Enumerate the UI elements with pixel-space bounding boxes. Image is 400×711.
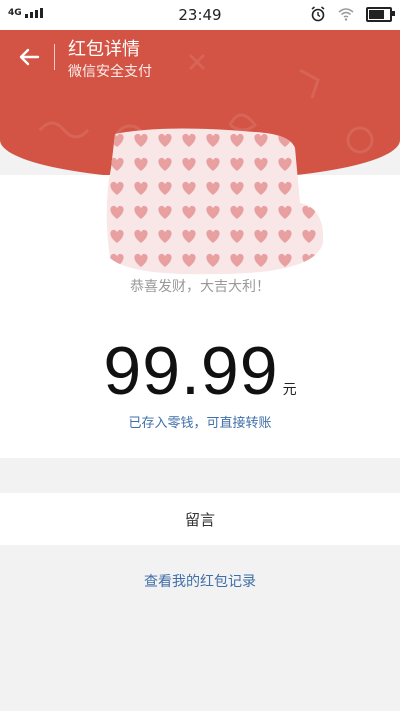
amount-display: 99.99 元 (0, 332, 400, 410)
header-divider (54, 44, 55, 70)
message-label: 留言 (184, 510, 215, 529)
back-arrow-icon[interactable] (14, 42, 44, 72)
saved-to-balance-link[interactable]: 已存入零钱，可直接转账 (0, 412, 400, 431)
greeting-text: 恭喜发财，大吉大利！ (130, 279, 270, 295)
page-subtitle: 微信安全支付 (68, 64, 152, 80)
alarm-icon (311, 6, 325, 22)
page-title: 红包详情 (68, 39, 140, 60)
view-history-link[interactable]: 查看我的红包记录 (0, 571, 400, 591)
battery-icon (366, 6, 395, 22)
sender-avatar (106, 128, 324, 275)
amount-unit: 元 (282, 382, 297, 398)
status-bar: 4G 23:49 (0, 0, 400, 30)
leave-message-button[interactable]: 留言 (0, 493, 400, 545)
wifi-icon (338, 8, 354, 21)
amount-value: 99.99 (103, 333, 279, 409)
